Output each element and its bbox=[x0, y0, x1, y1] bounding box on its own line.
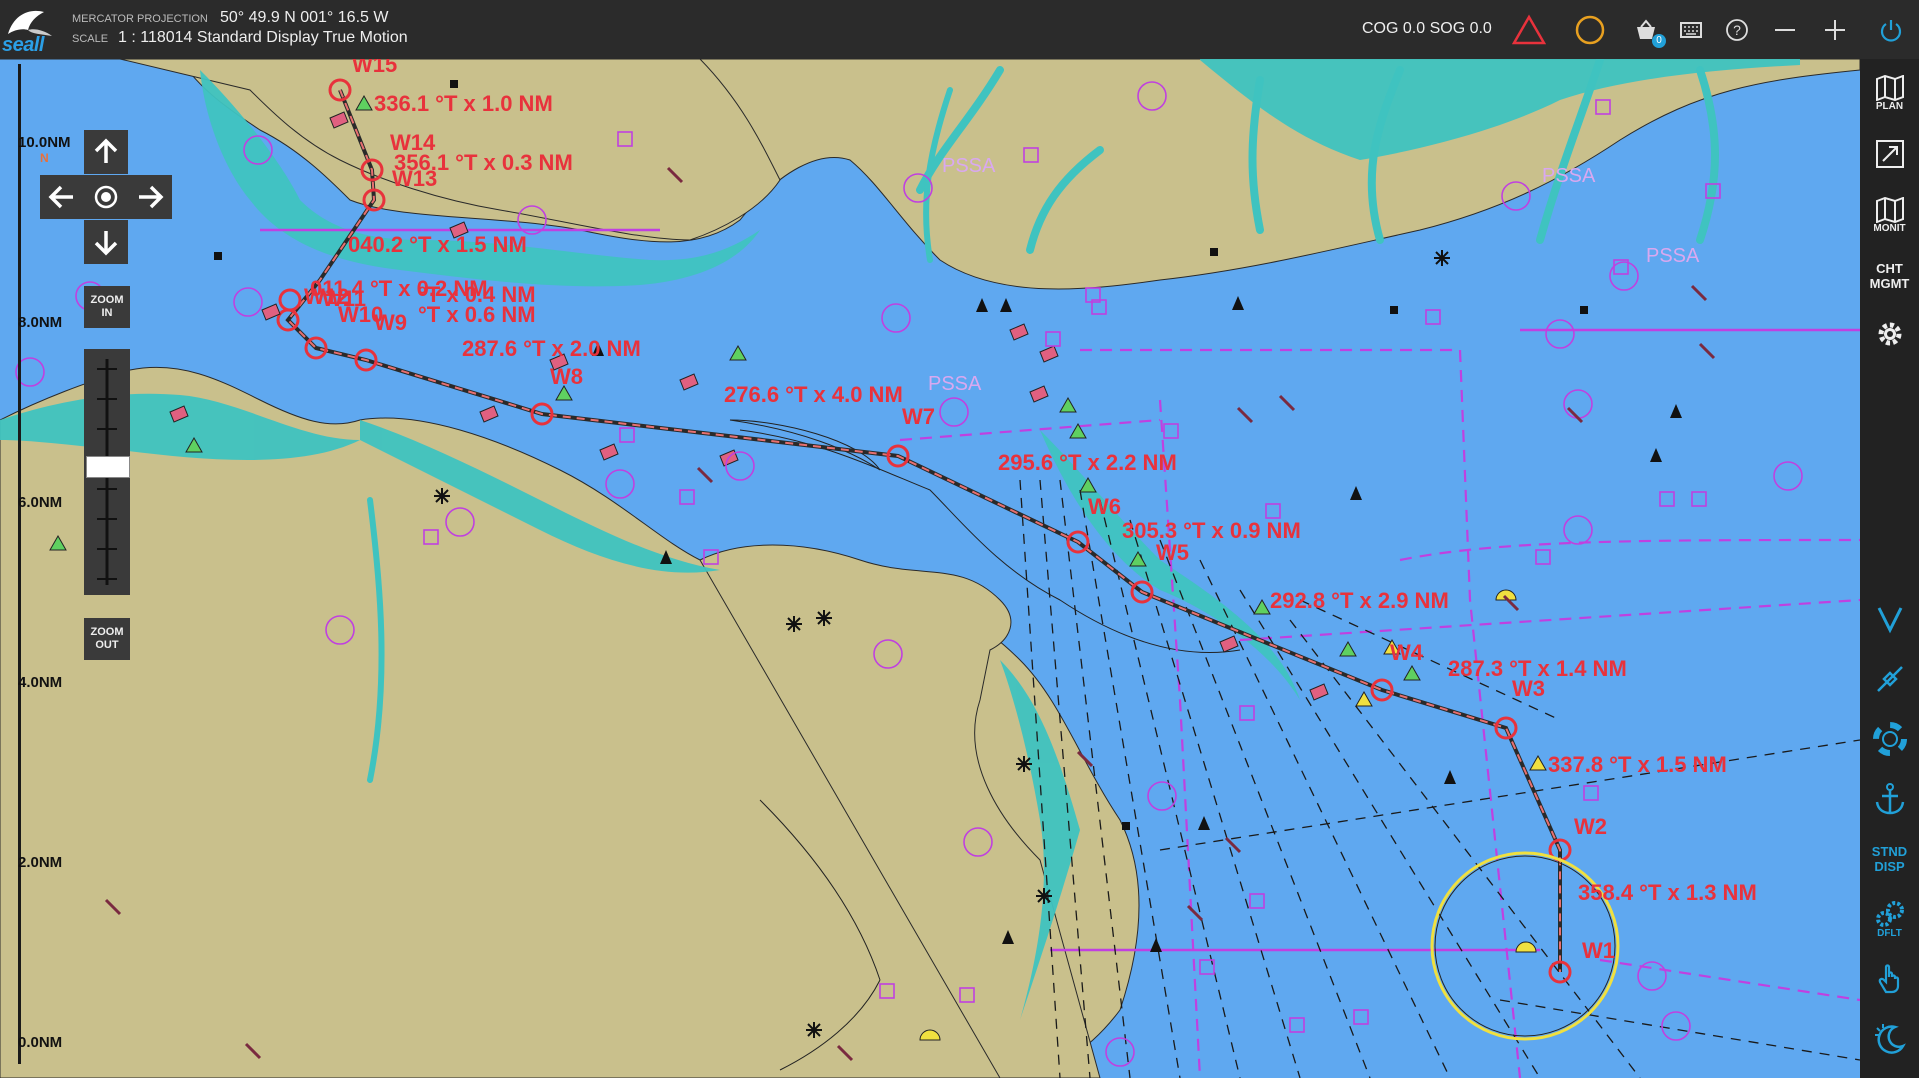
cht-mgmt-label: CHT MGMT bbox=[1869, 261, 1910, 291]
leg-label-w7: 295.6 °T x 2.2 NM bbox=[998, 450, 1177, 475]
anchor-button[interactable] bbox=[1860, 774, 1919, 824]
waypoint-label-w15: W15 bbox=[352, 59, 397, 77]
leg-label-w5: 292.8 °T x 2.9 NM bbox=[1270, 588, 1449, 613]
stnd-disp-label: STND DISP bbox=[1871, 844, 1908, 874]
scale-mark-0nm: 0.0NM bbox=[18, 1034, 63, 1051]
zoom-slider-knob[interactable] bbox=[86, 456, 130, 478]
stnd-disp-button[interactable]: STND DISP bbox=[1860, 834, 1919, 884]
scale-mark-2nm: 2.0NM bbox=[18, 854, 63, 871]
warning-circle-icon[interactable] bbox=[1572, 12, 1608, 48]
settings-gear-icon bbox=[1878, 322, 1901, 346]
projection-label: MERCATOR PROJECTION bbox=[72, 13, 208, 25]
svg-text:?: ? bbox=[1733, 22, 1741, 38]
right-toolbar: PLAN MONIT CHT MGMT STND DISP DFLT bbox=[1860, 59, 1919, 1078]
leg-label-w3: 337.8 °T x 1.5 NM bbox=[1548, 752, 1727, 777]
leg-label-w6: 305.3 °T x 0.9 NM bbox=[1122, 518, 1301, 543]
pssa-label-3: PSSA bbox=[1646, 245, 1700, 267]
pssa-label-1: PSSA bbox=[942, 155, 996, 177]
vector-button[interactable] bbox=[1860, 594, 1919, 644]
plan-label: PLAN bbox=[1875, 100, 1904, 112]
waypoint-label-w1: W1 bbox=[1582, 938, 1615, 963]
pan-up-button[interactable] bbox=[84, 130, 128, 174]
chart-canvas[interactable]: PSSA PSSA PSSA PSSA 336.1 °T x 1.0 NM 35… bbox=[0, 59, 1860, 1078]
scale-mark-4nm: 4.0NM bbox=[18, 674, 63, 691]
dflt-label: DFLT bbox=[1877, 927, 1902, 939]
keyboard-icon[interactable] bbox=[1673, 12, 1709, 48]
pssa-label-2: PSSA bbox=[1542, 165, 1596, 187]
seall-logo: seall bbox=[0, 4, 60, 56]
alarm-triangle-icon[interactable] bbox=[1511, 12, 1547, 48]
cht-mgmt-button[interactable]: CHT MGMT bbox=[1860, 251, 1919, 301]
pssa-label-4: PSSA bbox=[928, 373, 982, 395]
zoom-plus-icon[interactable] bbox=[1817, 12, 1853, 48]
basket-badge: 0 bbox=[1652, 34, 1666, 48]
zoom-minus-icon[interactable] bbox=[1767, 12, 1803, 48]
chart-window-button[interactable] bbox=[1860, 129, 1919, 179]
monitor-map-icon bbox=[1875, 196, 1904, 223]
scale-mark-8nm: 8.0NM bbox=[18, 314, 63, 331]
nautical-chart[interactable]: PSSA PSSA PSSA PSSA 336.1 °T x 1.0 NM 35… bbox=[0, 59, 1860, 1078]
pan-pad bbox=[40, 130, 176, 264]
help-icon[interactable]: ? bbox=[1719, 12, 1755, 48]
mob-button[interactable] bbox=[1860, 714, 1919, 764]
pan-down-button[interactable] bbox=[84, 220, 128, 264]
chart-window-icon bbox=[1875, 140, 1904, 168]
waypoint-button[interactable] bbox=[1860, 654, 1919, 704]
night-mode-button[interactable] bbox=[1860, 1014, 1919, 1064]
scale-label: SCALE bbox=[72, 33, 109, 45]
waypoint-label-w4: W4 bbox=[1390, 640, 1424, 665]
dflt-button[interactable]: DFLT bbox=[1860, 891, 1919, 947]
monit-button[interactable]: MONIT bbox=[1860, 187, 1919, 243]
arrow-up-icon bbox=[94, 138, 118, 163]
leg-label-w9: 287.6 °T x 2.0 NM bbox=[462, 336, 641, 361]
hand-pan-icon bbox=[1878, 964, 1899, 994]
waypoint-label-w13: W13 bbox=[392, 166, 437, 191]
plan-button[interactable]: PLAN bbox=[1860, 67, 1919, 119]
waypoint-label-w6: W6 bbox=[1088, 494, 1121, 519]
position-readout: 50° 49.9 N 001° 16.5 W bbox=[220, 9, 389, 26]
waypoint-label-w3: W3 bbox=[1512, 676, 1545, 701]
center-target-icon bbox=[94, 185, 118, 209]
basket-icon[interactable]: 0 bbox=[1628, 12, 1666, 48]
waypoint-label-w14: W14 bbox=[390, 130, 436, 155]
lifebuoy-icon bbox=[1872, 722, 1907, 756]
scale-bar bbox=[18, 64, 21, 1064]
settings-button[interactable] bbox=[1860, 309, 1919, 359]
logo-text: seall bbox=[2, 34, 44, 56]
zoom-in-button[interactable]: ZOOM IN bbox=[84, 286, 130, 328]
leg-label-w8: 276.6 °T x 4.0 NM bbox=[724, 382, 903, 407]
top-bar: seall MERCATOR PROJECTION 50° 49.9 N 001… bbox=[0, 0, 1919, 59]
pan-left-button[interactable] bbox=[40, 175, 84, 219]
waypoint-label-w2: W2 bbox=[1574, 814, 1607, 839]
zoom-out-button[interactable]: ZOOM OUT bbox=[84, 618, 130, 660]
arrow-left-icon bbox=[48, 185, 73, 209]
waypoint-label-w8: W8 bbox=[550, 364, 583, 389]
center-button[interactable] bbox=[84, 175, 128, 219]
dflt-gears-icon bbox=[1875, 900, 1904, 927]
anchor-icon bbox=[1875, 783, 1904, 815]
night-mode-icon bbox=[1874, 1024, 1906, 1054]
leg-label-w15: 336.1 °T x 1.0 NM bbox=[374, 91, 553, 116]
arrow-down-icon bbox=[94, 231, 118, 256]
scale-mark-6nm: 6.0NM bbox=[18, 494, 63, 511]
pan-right-button[interactable] bbox=[128, 175, 172, 219]
leg-label-w13: 040.2 °T x 1.5 NM bbox=[348, 232, 527, 257]
leg-label-w10: °T x 0.6 NM bbox=[418, 302, 536, 327]
monit-label: MONIT bbox=[1873, 222, 1906, 234]
waypoint-label-w7: W7 bbox=[902, 404, 935, 429]
scale-readout: 1 : 118014 Standard Display True Motion bbox=[118, 29, 408, 46]
waypoint-pin-icon bbox=[1876, 666, 1903, 692]
leg-label-w2: 358.4 °T x 1.3 NM bbox=[1578, 880, 1757, 905]
vector-v-icon bbox=[1877, 607, 1902, 634]
waypoint-label-w5: W5 bbox=[1156, 540, 1189, 565]
arrow-right-icon bbox=[139, 185, 164, 209]
power-icon[interactable] bbox=[1873, 12, 1909, 48]
pan-hand-button[interactable] bbox=[1860, 954, 1919, 1004]
plan-map-icon bbox=[1875, 74, 1904, 101]
cog-sog-readout: COG 0.0 SOG 0.0 bbox=[1362, 20, 1492, 37]
waypoint-label-w9: W9 bbox=[374, 310, 407, 335]
